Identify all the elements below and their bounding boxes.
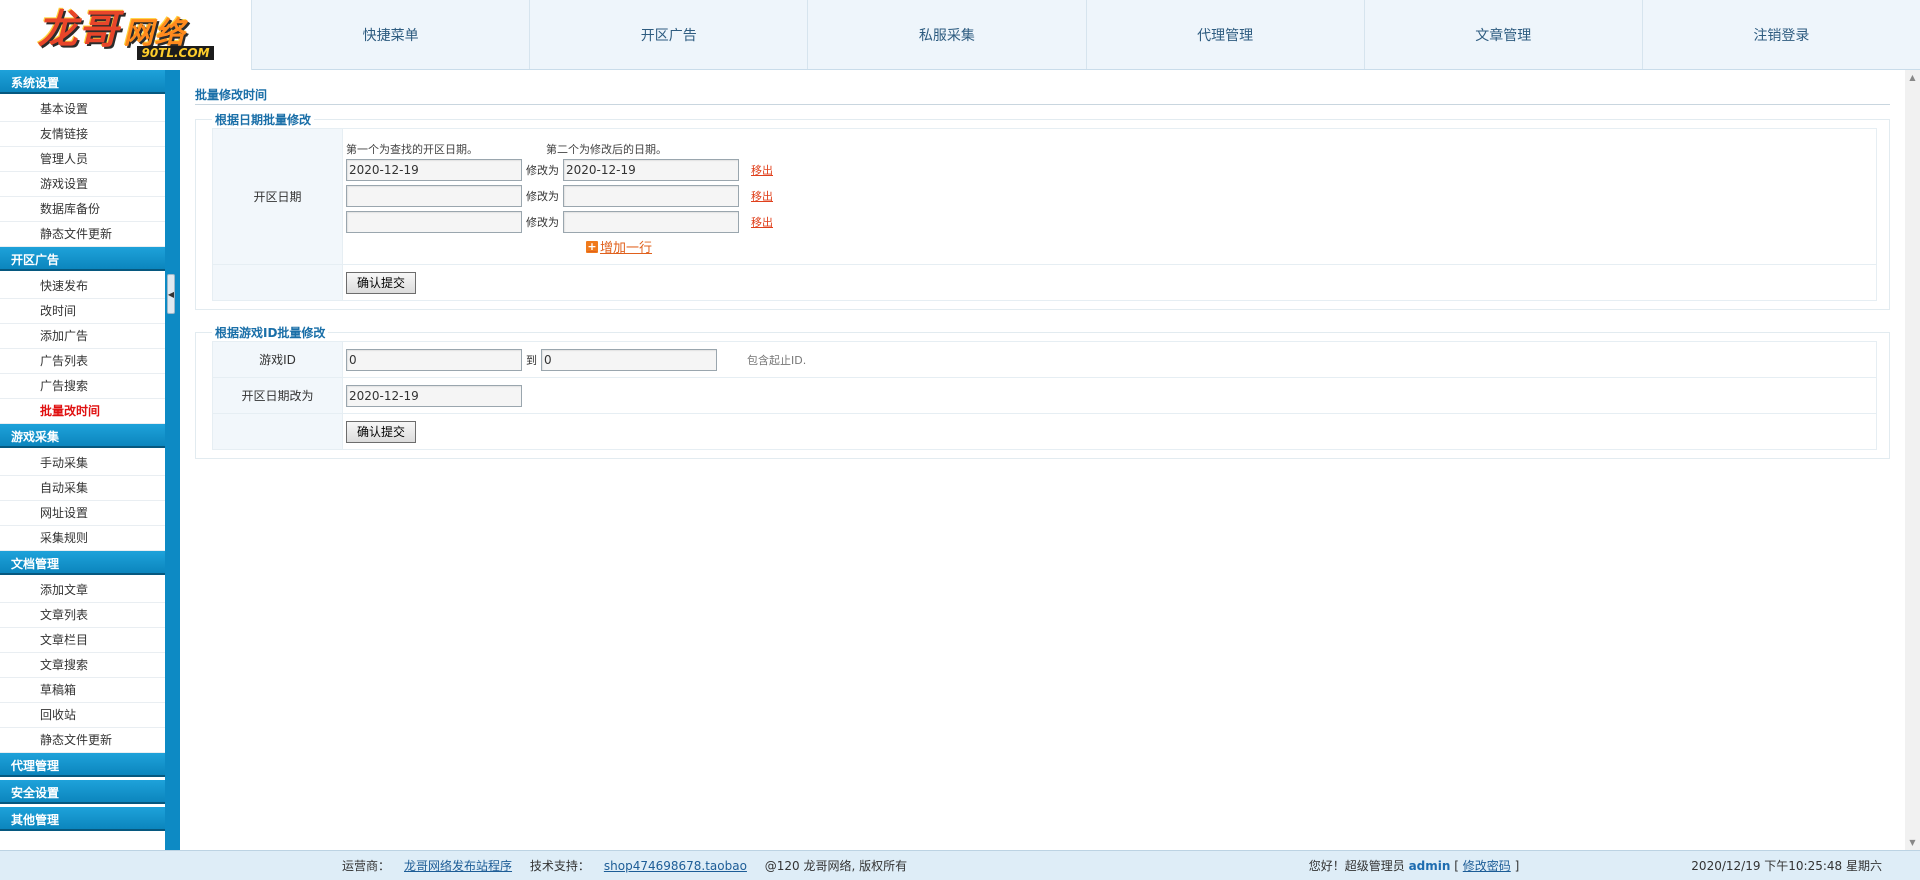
sidebar-item-url-settings[interactable]: 网址设置 (0, 501, 165, 526)
footer-info: 运营商： 龙哥网络发布站程序 技术支持： shop474698678.taobao … (342, 857, 921, 874)
sidebar-item-add-ad[interactable]: 添加广告 (0, 324, 165, 349)
hint-new-date: 第二个为修改后的日期。 (546, 142, 667, 156)
to-label: 到 (526, 353, 537, 367)
game-id-label: 游戏ID (212, 341, 343, 378)
scroll-up-icon[interactable]: ▲ (1905, 70, 1920, 85)
open-date-label: 开区日期 (212, 128, 343, 265)
sidebar-item-batch-change-time[interactable]: 批量改时间 (0, 399, 165, 424)
id-batch-form: 游戏ID 到 包含起止ID. 开区日期改为 (212, 341, 1877, 450)
plus-icon: + (586, 239, 598, 253)
sidebar-item-game-settings[interactable]: 游戏设置 (0, 172, 165, 197)
add-row-button[interactable]: + 增加一行 (586, 235, 1873, 259)
logo-domain: 90TL.COM (137, 46, 214, 60)
sidebar-item-article-columns[interactable]: 文章栏目 (0, 628, 165, 653)
date-row: 修改为 移出 (346, 183, 1873, 209)
modify-to-label: 修改为 (526, 215, 559, 229)
sidebar-group-game-collect[interactable]: 游戏采集 (0, 424, 165, 451)
page-title: 批量修改时间 (195, 85, 1890, 105)
sidebar-item-basic-settings[interactable]: 基本设置 (0, 97, 165, 122)
sidebar-item-manual-collect[interactable]: 手动采集 (0, 451, 165, 476)
sidebar-item-article-search[interactable]: 文章搜索 (0, 653, 165, 678)
sidebar-group-security[interactable]: 安全设置 (0, 780, 165, 807)
sidebar-group-documents[interactable]: 文档管理 (0, 551, 165, 578)
logo-text: 龙哥 (37, 7, 120, 53)
scroll-down-icon[interactable]: ▼ (1905, 835, 1920, 850)
inclusive-note: 包含起止ID. (747, 353, 807, 367)
sidebar-group-agents[interactable]: 代理管理 (0, 753, 165, 780)
id-from-input[interactable] (346, 348, 522, 371)
sidebar-group-server-ads[interactable]: 开区广告 (0, 247, 165, 274)
submit-date-button[interactable]: 确认提交 (346, 271, 417, 294)
nav-quick-menu[interactable]: 快捷菜单 (252, 0, 531, 69)
sidebar-item-auto-collect[interactable]: 自动采集 (0, 476, 165, 501)
sidebar-item-article-list[interactable]: 文章列表 (0, 603, 165, 628)
support-label: 技术支持： (529, 859, 590, 873)
id-batch-section: 根据游戏ID批量修改 游戏ID 到 包含起止ID. 开区日期改为 (195, 324, 1890, 459)
top-header: 龙哥 网络 90TL.COM 快捷菜单 开区广告 私服采集 代理管理 文章管理 注… (0, 0, 1920, 70)
sidebar-item-recycle-bin[interactable]: 回收站 (0, 703, 165, 728)
sidebar-item-db-backup[interactable]: 数据库备份 (0, 197, 165, 222)
username: admin (1408, 859, 1451, 873)
sidebar-item-drafts[interactable]: 草稿箱 (0, 678, 165, 703)
sidebar-group-other[interactable]: 其他管理 (0, 807, 165, 834)
sidebar-item-friend-links[interactable]: 友情链接 (0, 122, 165, 147)
sidebar-group-system[interactable]: 系统设置 (0, 70, 165, 97)
sidebar-item-static-update-2[interactable]: 静态文件更新 (0, 728, 165, 753)
main-content: 批量修改时间 根据日期批量修改 开区日期 第一个为查找的开区日期。 第二个为修改… (180, 70, 1905, 850)
sidebar-divider (165, 70, 180, 850)
to-date-input[interactable] (563, 158, 739, 181)
remove-row-link[interactable]: 移出 (751, 214, 773, 230)
date-row: 修改为 移出 (346, 157, 1873, 183)
date-batch-form: 开区日期 第一个为查找的开区日期。 第二个为修改后的日期。 修改为 移出 (212, 128, 1877, 301)
top-nav: 快捷菜单 开区广告 私服采集 代理管理 文章管理 注销登录 (252, 0, 1920, 69)
sidebar-item-ad-list[interactable]: 广告列表 (0, 349, 165, 374)
operator-label: 运营商： (342, 859, 391, 873)
copyright-text: @120 龙哥网络, 版权所有 (764, 859, 908, 873)
site-logo[interactable]: 龙哥 网络 90TL.COM (0, 0, 252, 70)
from-date-input[interactable] (346, 158, 522, 181)
datetime-display: 2020/12/19 下午10:25:48 星期六 (1691, 859, 1882, 873)
from-date-input[interactable] (346, 210, 522, 233)
modify-to-label: 修改为 (526, 163, 559, 177)
date-batch-section: 根据日期批量修改 开区日期 第一个为查找的开区日期。 第二个为修改后的日期。 修… (195, 111, 1890, 310)
from-date-input[interactable] (346, 184, 522, 207)
to-date-input[interactable] (563, 210, 739, 233)
nav-private-collect[interactable]: 私服采集 (808, 0, 1087, 69)
sidebar-item-admins[interactable]: 管理人员 (0, 147, 165, 172)
change-password-link[interactable]: 修改密码 (1463, 859, 1511, 873)
remove-row-link[interactable]: 移出 (751, 188, 773, 204)
add-row-label: 增加一行 (600, 241, 653, 256)
new-date-label: 开区日期改为 (212, 377, 343, 414)
remove-row-link[interactable]: 移出 (751, 162, 773, 178)
footer: 运营商： 龙哥网络发布站程序 技术支持： shop474698678.taobao … (0, 850, 1920, 880)
new-date-input[interactable] (346, 384, 522, 407)
nav-agent-manage[interactable]: 代理管理 (1087, 0, 1365, 69)
to-date-input[interactable] (563, 184, 739, 207)
operator-link[interactable]: 龙哥网络发布站程序 (404, 859, 512, 873)
nav-server-ads[interactable]: 开区广告 (530, 0, 809, 69)
section-legend-date: 根据日期批量修改 (215, 113, 312, 127)
nav-logout[interactable]: 注销登录 (1643, 0, 1920, 69)
submit-id-button[interactable]: 确认提交 (346, 420, 417, 443)
user-info: 您好！超级管理员 admin [ 修改密码 ] (1308, 859, 1520, 873)
vertical-scrollbar[interactable]: ▲ ▼ (1905, 70, 1920, 850)
nav-article-manage[interactable]: 文章管理 (1365, 0, 1643, 69)
sidebar-item-ad-search[interactable]: 广告搜索 (0, 374, 165, 399)
sidebar-item-static-update[interactable]: 静态文件更新 (0, 222, 165, 247)
id-to-input[interactable] (541, 348, 717, 371)
section-legend-id: 根据游戏ID批量修改 (215, 326, 326, 340)
date-row: 修改为 移出 (346, 209, 1873, 235)
hint-row: 第一个为查找的开区日期。 第二个为修改后的日期。 (346, 135, 1873, 157)
sidebar-item-quick-publish[interactable]: 快速发布 (0, 274, 165, 299)
sidebar-item-collect-rules[interactable]: 采集规则 (0, 526, 165, 551)
sidebar: 系统设置 基本设置 友情链接 管理人员 游戏设置 数据库备份 静态文件更新 开区… (0, 70, 165, 850)
sidebar-item-change-time[interactable]: 改时间 (0, 299, 165, 324)
modify-to-label: 修改为 (526, 189, 559, 203)
greeting-text: 您好！超级管理员 (1308, 859, 1405, 873)
collapse-sidebar-icon[interactable]: ◀ (167, 274, 175, 314)
sidebar-item-add-article[interactable]: 添加文章 (0, 578, 165, 603)
hint-find-date: 第一个为查找的开区日期。 (346, 142, 478, 156)
support-link[interactable]: shop474698678.taobao (604, 859, 747, 873)
